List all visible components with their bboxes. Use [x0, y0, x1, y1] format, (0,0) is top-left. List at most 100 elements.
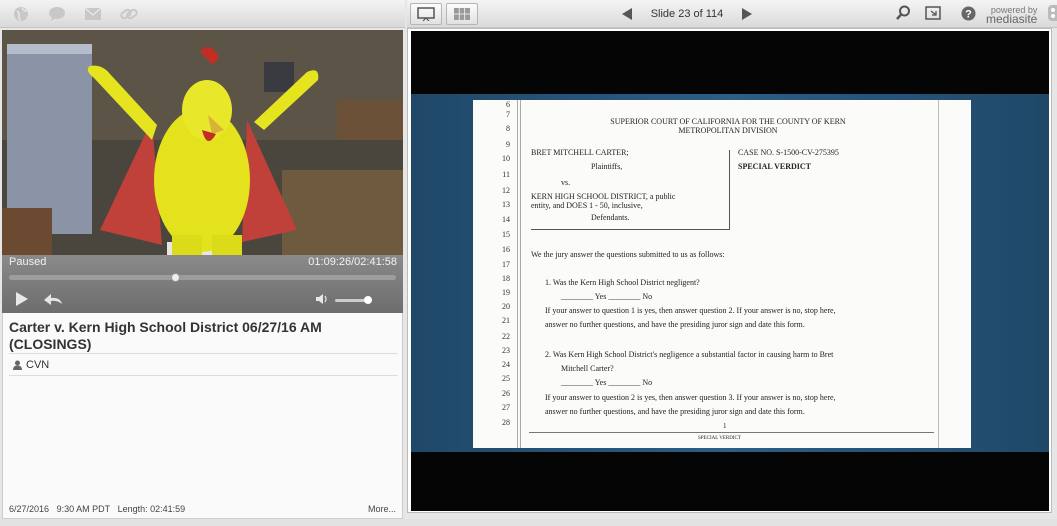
slide-view-button[interactable] — [410, 3, 442, 25]
line-number: 19 — [502, 288, 510, 297]
line-numbers: 6 7 8 9 10 11 12 13 14 15 16 17 18 19 20 21 22 23 24 25 26 27… — [473, 100, 521, 448]
slide-toolbar-icons: ? powered by mediasite — [895, 4, 1057, 27]
line-number: 14 — [502, 215, 510, 224]
question-1-instruction-1: If your answer to question 1 is yes, the… — [545, 306, 836, 315]
footer-line — [529, 432, 934, 433]
mediasite-logo-icon — [1047, 4, 1057, 27]
volume-icon[interactable] — [315, 293, 329, 305]
line-number: 18 — [502, 274, 510, 283]
defendants-label: Defendants. — [591, 213, 630, 222]
globe-icon[interactable] — [11, 5, 31, 23]
line-number: 12 — [502, 186, 510, 195]
more-link[interactable]: More... — [368, 504, 396, 514]
playback-time: 01:09:26/02:41:58 — [308, 256, 397, 268]
verdict-title: SPECIAL VERDICT — [738, 162, 811, 171]
chat-icon[interactable] — [47, 5, 67, 23]
bottom-border — [0, 519, 1057, 526]
line-number: 11 — [502, 170, 510, 179]
line-number: 24 — [502, 360, 510, 369]
presenter-name: CVN — [26, 359, 50, 371]
line-number: 21 — [502, 316, 510, 325]
volume-handle[interactable] — [364, 296, 372, 304]
divider — [9, 375, 398, 376]
page-footer: SPECIAL VERDICT — [698, 436, 741, 441]
rewind-icon[interactable] — [42, 291, 64, 307]
line-number: 17 — [502, 260, 510, 269]
presenter[interactable]: CVN — [13, 359, 49, 371]
jury-intro: We the jury answer the questions submitt… — [531, 250, 725, 259]
presentation-date: 6/27/2016 — [9, 504, 50, 514]
line-number: 10 — [502, 154, 510, 163]
previous-slide-icon[interactable] — [622, 8, 632, 20]
case-number: CASE NO. S-1500-CV-275395 — [738, 148, 839, 157]
left-toolbar — [0, 0, 405, 28]
popout-icon[interactable] — [925, 6, 941, 25]
powered-by: powered by mediasite — [986, 6, 1038, 26]
player-controls: Paused 01:09:26/02:41:58 — [2, 255, 403, 313]
question-1-instruction-2: answer no further questions, and have th… — [545, 320, 805, 329]
line-number: 6 — [506, 100, 510, 109]
volume-slider[interactable] — [335, 296, 372, 304]
slide-navigation: Slide 23 of 114 — [622, 4, 752, 24]
line-number: 16 — [502, 245, 510, 254]
search-icon[interactable] — [895, 5, 911, 26]
line-number: 15 — [502, 230, 510, 239]
question-2: 2. Was Kern High School District's negli… — [545, 350, 834, 359]
right-margin-line — [938, 100, 939, 448]
svg-text:?: ? — [965, 8, 972, 20]
next-slide-icon[interactable] — [741, 8, 752, 20]
presentation-meta: 6/27/2016 9:30 AM PDT Length: 02:41:59 — [9, 504, 185, 514]
question-1-answer: ________ Yes ________ No — [561, 292, 653, 301]
caption-bracket — [729, 150, 730, 230]
line-number: 13 — [502, 200, 510, 209]
question-2-answer: ________ Yes ________ No — [561, 378, 653, 387]
slide-toolbar: Slide 23 of 114 ? powered by mediasite — [407, 0, 1057, 28]
caption-underline — [531, 229, 730, 230]
divider — [9, 353, 398, 354]
video-frame[interactable] — [2, 30, 403, 255]
plaintiffs-label: Plaintiffs, — [591, 162, 623, 171]
line-number: 20 — [502, 302, 510, 311]
slide-viewer[interactable]: 6 7 8 9 10 11 12 13 14 15 16 17 18 19 20 21 22 23 24 25 26 27… — [411, 31, 1049, 511]
defendant-line-1: KERN HIGH SCHOOL DISTRICT, a public — [531, 192, 676, 201]
person-icon — [13, 360, 22, 370]
question-1: 1. Was the Kern High School District neg… — [545, 278, 700, 287]
line-number: 22 — [502, 332, 510, 341]
division-name: METROPOLITAN DIVISION — [678, 126, 778, 135]
slide-document: 6 7 8 9 10 11 12 13 14 15 16 17 18 19 20 21 22 23 24 25 26 27… — [473, 100, 971, 448]
line-number: 8 — [506, 124, 510, 133]
presentation-info: Carter v. Kern High School District 06/2… — [2, 313, 403, 519]
slide-counter: Slide 23 of 114 — [650, 8, 724, 20]
video-image — [2, 30, 403, 255]
defendant-line-2: entity, and DOES 1 - 50, inclusive, — [531, 201, 643, 210]
line-number: 25 — [502, 374, 510, 383]
vs-label: vs. — [561, 178, 571, 187]
seek-handle[interactable] — [171, 273, 181, 282]
presentation-length: Length: 02:41:59 — [117, 504, 186, 514]
line-number: 27 — [502, 403, 510, 412]
line-number: 26 — [502, 389, 510, 398]
playback-status: Paused — [9, 256, 47, 268]
line-number: 7 — [506, 110, 510, 119]
question-2-continued: Mitchell Carter? — [561, 364, 614, 373]
line-number: 23 — [502, 346, 510, 355]
presentation-icon — [417, 7, 435, 21]
page-number: 1 — [723, 422, 727, 430]
email-icon[interactable] — [83, 5, 103, 23]
line-number: 28 — [502, 418, 510, 427]
question-2-instruction-1: If your answer to question 2 is yes, the… — [545, 393, 836, 402]
court-name: SUPERIOR COURT OF CALIFORNIA FOR THE COU… — [610, 117, 846, 126]
seek-bar[interactable] — [9, 273, 396, 282]
plaintiff-name: BRET MITCHELL CARTER; — [531, 148, 629, 157]
presentation-time: 9:30 AM PDT — [56, 504, 111, 514]
help-icon[interactable]: ? — [961, 6, 976, 26]
presentation-title: Carter v. Kern High School District 06/2… — [9, 319, 322, 352]
slide-background: 6 7 8 9 10 11 12 13 14 15 16 17 18 19 20 21 22 23 24 25 26 27… — [411, 94, 1049, 452]
link-icon[interactable] — [119, 5, 139, 23]
grid-icon — [454, 8, 470, 20]
question-2-instruction-2: answer no further questions, and have th… — [545, 407, 805, 416]
brand-name: mediasite — [986, 12, 1038, 26]
mediasite-player: Slide 23 of 114 ? powered by mediasite P… — [0, 0, 1057, 526]
thumbnail-grid-button[interactable] — [446, 3, 478, 25]
play-icon[interactable] — [16, 292, 28, 306]
